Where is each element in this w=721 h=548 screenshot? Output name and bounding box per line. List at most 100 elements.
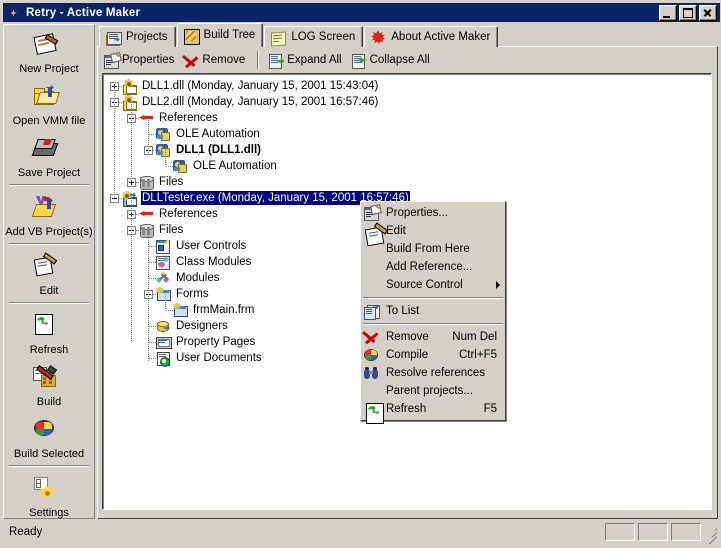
edit-pencil-icon xyxy=(363,222,389,247)
menu-item-label: Resolve references xyxy=(386,367,486,379)
toolbar-button-label: Expand All xyxy=(287,54,342,66)
menu-item-parent-projects[interactable]: Parent projects... xyxy=(361,382,505,400)
menu-item-label: Compile xyxy=(386,349,429,361)
log-screen-icon xyxy=(270,30,287,47)
tree-node-label: Files xyxy=(159,176,184,188)
tab-log-screen[interactable]: LOG Screen xyxy=(264,26,364,47)
tree-node[interactable]: OLE Automation xyxy=(172,158,278,174)
add-vb-icon xyxy=(31,194,66,224)
no-icon xyxy=(363,259,382,275)
context-menu[interactable]: Properties... Edit Build From Here Add Refe… xyxy=(360,201,506,424)
status-bar: Ready xyxy=(3,522,720,545)
tree-node[interactable]: References xyxy=(138,206,219,222)
menu-item-edit[interactable]: Edit xyxy=(361,222,505,247)
tree-connector xyxy=(114,86,115,198)
tree-connector xyxy=(148,122,149,154)
sidebar-item-build-selected[interactable]: Build Selected xyxy=(4,410,94,462)
tree-node[interactable]: Files xyxy=(138,174,184,190)
sidebar-item-build[interactable]: Build xyxy=(4,358,94,410)
sidebar-item-refresh[interactable]: Refresh xyxy=(4,306,94,358)
menu-item-add-reference[interactable]: Add Reference... xyxy=(361,258,505,276)
sidebar-item-edit[interactable]: Edit xyxy=(4,247,94,299)
menu-item-resolve-references[interactable]: Resolve references xyxy=(361,364,505,382)
no-icon xyxy=(363,383,382,399)
toolbar-collapse-all-button[interactable]: Collapse All xyxy=(348,50,436,71)
sidebar-item-open-vmm-file[interactable]: Open VMM file xyxy=(4,77,94,129)
sidebar-item-new-project[interactable]: New Project xyxy=(4,25,94,77)
dll-project-icon xyxy=(121,78,138,95)
menu-item-label: Add Reference... xyxy=(386,261,473,273)
tab-label: LOG Screen xyxy=(291,30,356,43)
tree-node[interactable]: DLL1.dll (Monday, January 15, 2001 15:43… xyxy=(121,78,379,95)
tree-node-label: User Controls xyxy=(176,240,247,252)
tree-node[interactable]: Class Modules xyxy=(155,254,252,270)
menu-item-remove[interactable]: Remove Num Del xyxy=(361,328,505,346)
tree-node[interactable]: Modules xyxy=(155,270,220,286)
refresh-icon xyxy=(363,401,384,424)
tree-node[interactable]: DLL1 (DLL1.dll) xyxy=(155,142,262,158)
maximize-button[interactable] xyxy=(679,4,697,21)
menu-item-label: Refresh xyxy=(386,403,427,415)
tree-node[interactable]: OLE Automation xyxy=(155,126,261,142)
menu-item-build-from-here[interactable]: Build From Here xyxy=(361,240,505,258)
tree-node[interactable]: User Documents xyxy=(155,350,263,367)
sidebar-item-label: Settings xyxy=(29,507,69,519)
menu-item-accelerator: Num Del xyxy=(452,331,497,343)
dll-project-icon xyxy=(121,94,138,111)
tab-about-active-maker[interactable]: About Active Maker xyxy=(364,26,499,47)
status-panes xyxy=(605,523,718,545)
exe-project-icon xyxy=(121,190,138,207)
compile-icon xyxy=(363,347,382,363)
sidebar-item-settings[interactable]: Settings xyxy=(4,469,94,521)
open-folder-icon xyxy=(32,83,66,113)
tree-node[interactable]: frmMain.frm xyxy=(172,302,255,318)
projects-icon xyxy=(105,30,122,46)
minimize-button[interactable] xyxy=(659,4,677,21)
toolbar-properties-button[interactable]: Properties xyxy=(100,50,180,71)
references-icon xyxy=(138,110,155,126)
tree-node[interactable]: Property Pages xyxy=(155,334,256,350)
tree-node-label: Property Pages xyxy=(176,336,256,348)
modules-icon xyxy=(155,270,172,286)
status-pane xyxy=(671,523,701,541)
menu-item-properties[interactable]: Properties... xyxy=(361,204,505,222)
tab-build-tree[interactable]: Build Tree xyxy=(176,23,264,47)
sidebar-separator xyxy=(9,465,89,467)
sidebar: New Project Open VMM file Save Project Add … xyxy=(3,24,95,519)
tree-node[interactable]: DLL2.dll (Monday, January 15, 2001 16:57… xyxy=(121,94,379,111)
build-tree-toolbar: Properties Remove Expand All Collapse All xyxy=(100,49,436,71)
edit-pencil-icon xyxy=(32,252,66,283)
settings-gear-icon xyxy=(32,475,66,505)
menu-item-source-control[interactable]: Source Control xyxy=(361,276,505,294)
tab-label: Projects xyxy=(126,30,168,43)
sidebar-item-add-vb-project-s[interactable]: Add VB Project(s) xyxy=(4,188,94,240)
toolbar-button-label: Collapse All xyxy=(369,54,430,66)
status-message: Ready xyxy=(9,526,43,538)
tree-node[interactable]: User Controls xyxy=(155,238,247,254)
close-button[interactable] xyxy=(699,4,717,21)
properties-icon xyxy=(103,51,122,69)
window-controls xyxy=(659,4,717,21)
sidebar-item-label: Build Selected xyxy=(13,448,85,460)
toolbar-remove-button[interactable]: Remove xyxy=(180,50,251,71)
menu-separator xyxy=(363,323,503,325)
menu-item-to-list[interactable]: To List xyxy=(361,302,505,320)
reference-item-icon xyxy=(172,158,189,174)
menu-item-refresh[interactable]: Refresh F5 xyxy=(361,400,505,424)
tree-node[interactable]: Files xyxy=(138,222,184,238)
tree-node[interactable]: Forms xyxy=(155,286,210,302)
sidebar-item-save-project[interactable]: Save Project xyxy=(4,129,94,181)
application-window: Retry - Active Maker New Project Open VMM… xyxy=(0,0,721,548)
properties-icon xyxy=(363,204,382,221)
tree-node[interactable]: Designers xyxy=(155,318,229,334)
tree-node[interactable]: References xyxy=(138,110,219,126)
menu-item-compile[interactable]: Compile Ctrl+F5 xyxy=(361,346,505,364)
menu-item-accelerator: F5 xyxy=(483,403,497,415)
tree-node-label: DLL1 (DLL1.dll) xyxy=(176,144,261,156)
tree-node-label: Designers xyxy=(176,320,228,332)
tree-node-label: DLL2.dll (Monday, January 15, 2001 16:57… xyxy=(142,96,379,108)
tab-projects[interactable]: Projects xyxy=(99,26,176,47)
toolbar-expand-all-button[interactable]: Expand All xyxy=(265,50,347,71)
status-pane xyxy=(638,523,668,541)
resize-grip-icon[interactable] xyxy=(704,525,718,545)
